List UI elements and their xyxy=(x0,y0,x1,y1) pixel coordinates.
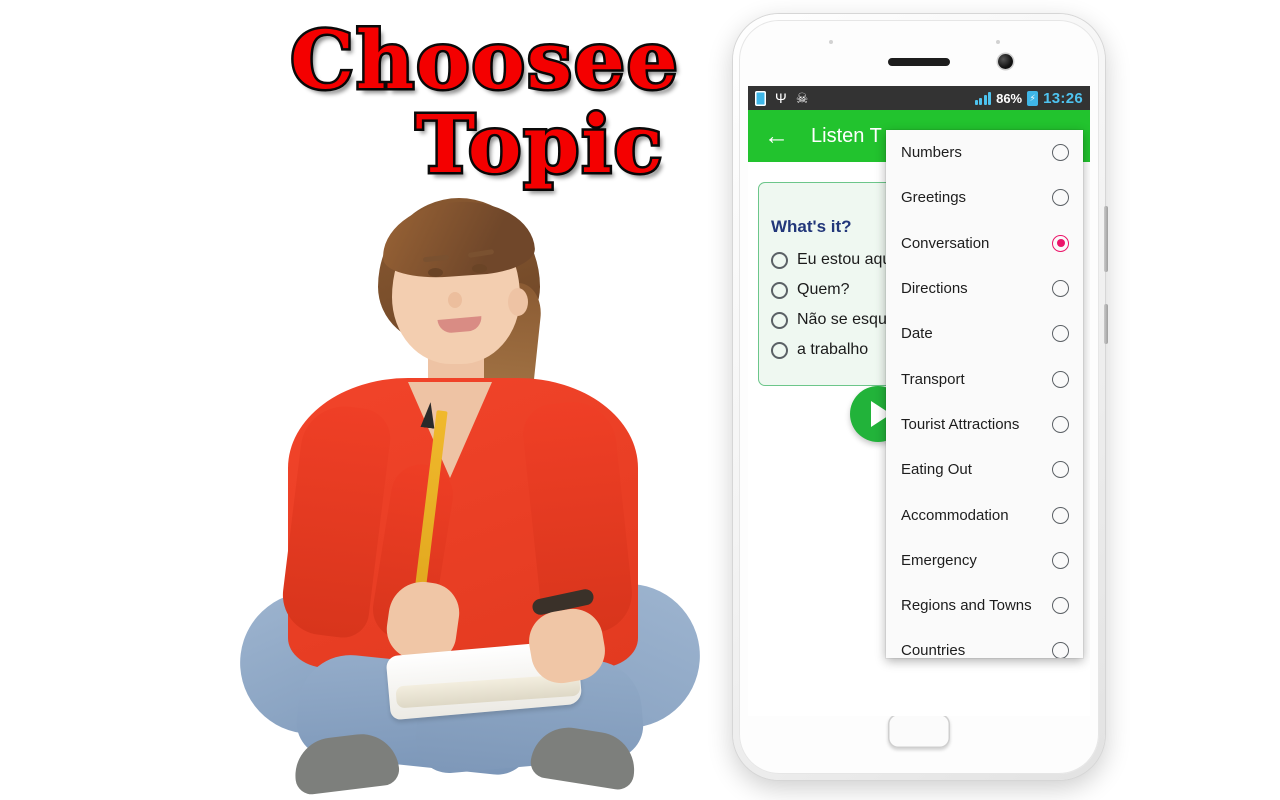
usb-icon: Ψ xyxy=(775,90,787,106)
answer-option-label: a trabalho xyxy=(797,341,869,358)
radio-icon[interactable] xyxy=(771,311,788,329)
ear xyxy=(508,288,528,316)
status-bar: Ψ ☠ 86% ⚡ 13:26 xyxy=(748,86,1090,110)
volume-button[interactable] xyxy=(1104,206,1108,272)
dropdown-item-emergency[interactable]: Emergency xyxy=(886,538,1083,583)
sensor-dot-left xyxy=(829,40,833,44)
battery-percent-label: 86% xyxy=(996,90,1023,106)
radio-icon[interactable] xyxy=(1052,642,1069,658)
radio-icon-selected[interactable] xyxy=(1052,234,1069,252)
answer-option-label: Eu estou aqui xyxy=(797,251,895,268)
radio-icon[interactable] xyxy=(1052,370,1069,388)
android-bug-icon: ☠ xyxy=(795,90,809,106)
clipboard-icon xyxy=(755,90,766,106)
promo-title: Choosee Topic xyxy=(250,13,720,191)
dropdown-item-date[interactable]: Date xyxy=(886,311,1083,356)
radio-icon[interactable] xyxy=(1052,325,1069,343)
promo-title-line-1: Choosee xyxy=(288,13,680,107)
promo-stage: Choosee Topic Ψ ☠ 86% ⚡ 13:26 ← Listen T… xyxy=(0,0,1280,800)
radio-icon[interactable] xyxy=(1052,144,1069,162)
home-button[interactable] xyxy=(888,714,950,748)
radio-icon[interactable] xyxy=(1052,551,1069,569)
app-bar-title: Listen T xyxy=(811,124,882,147)
phone-mockup: Ψ ☠ 86% ⚡ 13:26 ← Listen T Q What's it? xyxy=(733,14,1108,780)
thinking-woman-image xyxy=(232,196,712,797)
dropdown-item-label: Date xyxy=(901,325,933,343)
radio-icon[interactable] xyxy=(1052,415,1069,433)
earpiece-speaker xyxy=(888,58,950,66)
dropdown-item-label: Conversation xyxy=(901,234,990,252)
dropdown-item-greetings[interactable]: Greetings xyxy=(886,175,1083,220)
dropdown-item-directions[interactable]: Directions xyxy=(886,266,1083,311)
radio-icon[interactable] xyxy=(1052,189,1069,207)
power-button[interactable] xyxy=(1104,304,1108,344)
dropdown-item-numbers[interactable]: Numbers xyxy=(886,130,1083,175)
dropdown-item-countries[interactable]: Countries xyxy=(886,628,1083,658)
promo-title-line-2: Topic xyxy=(413,97,665,191)
radio-icon[interactable] xyxy=(771,341,788,359)
dropdown-item-label: Transport xyxy=(901,370,965,388)
radio-icon[interactable] xyxy=(1052,280,1069,298)
eye-left xyxy=(428,268,443,277)
dropdown-item-tourist-attractions[interactable]: Tourist Attractions xyxy=(886,402,1083,447)
radio-icon[interactable] xyxy=(771,251,788,269)
radio-icon[interactable] xyxy=(1052,506,1069,524)
eye-right xyxy=(472,264,487,273)
dropdown-item-regions-and-towns[interactable]: Regions and Towns xyxy=(886,583,1083,628)
nose xyxy=(448,292,462,308)
battery-charging-icon: ⚡ xyxy=(1027,90,1039,106)
front-camera-icon xyxy=(998,54,1013,69)
dropdown-item-label: Accommodation xyxy=(901,506,1009,524)
back-arrow-icon[interactable]: ← xyxy=(760,123,801,149)
dropdown-item-label: Eating Out xyxy=(901,461,972,479)
dropdown-item-label: Greetings xyxy=(901,189,967,207)
radio-icon[interactable] xyxy=(1052,597,1069,615)
dropdown-item-label: Countries xyxy=(901,642,966,658)
topic-dropdown-menu[interactable]: Numbers Greetings Conversation Directions Da… xyxy=(886,130,1083,658)
radio-icon[interactable] xyxy=(771,281,788,299)
status-bar-right-icons: 86% ⚡ 13:26 xyxy=(974,89,1083,107)
radio-icon[interactable] xyxy=(1052,461,1069,479)
answer-option-label: Não se esque xyxy=(797,311,896,328)
signal-strength-icon xyxy=(974,91,992,105)
dropdown-item-label: Regions and Towns xyxy=(901,597,1032,615)
dropdown-item-accommodation[interactable]: Accommodation xyxy=(886,492,1083,537)
dropdown-item-label: Tourist Attractions xyxy=(901,415,1020,433)
status-bar-left-icons: Ψ ☠ xyxy=(755,90,809,106)
dropdown-item-transport[interactable]: Transport xyxy=(886,356,1083,401)
phone-screen: Ψ ☠ 86% ⚡ 13:26 ← Listen T Q What's it? xyxy=(748,86,1090,716)
dropdown-item-label: Numbers xyxy=(901,144,962,162)
answer-option-label: Quem? xyxy=(797,281,850,298)
clock-label: 13:26 xyxy=(1043,89,1083,107)
dropdown-item-label: Emergency xyxy=(901,551,977,569)
dropdown-item-label: Directions xyxy=(901,280,968,298)
sensor-dot-right xyxy=(996,40,1000,44)
dropdown-item-eating-out[interactable]: Eating Out xyxy=(886,447,1083,492)
dropdown-item-conversation[interactable]: Conversation xyxy=(886,221,1083,266)
